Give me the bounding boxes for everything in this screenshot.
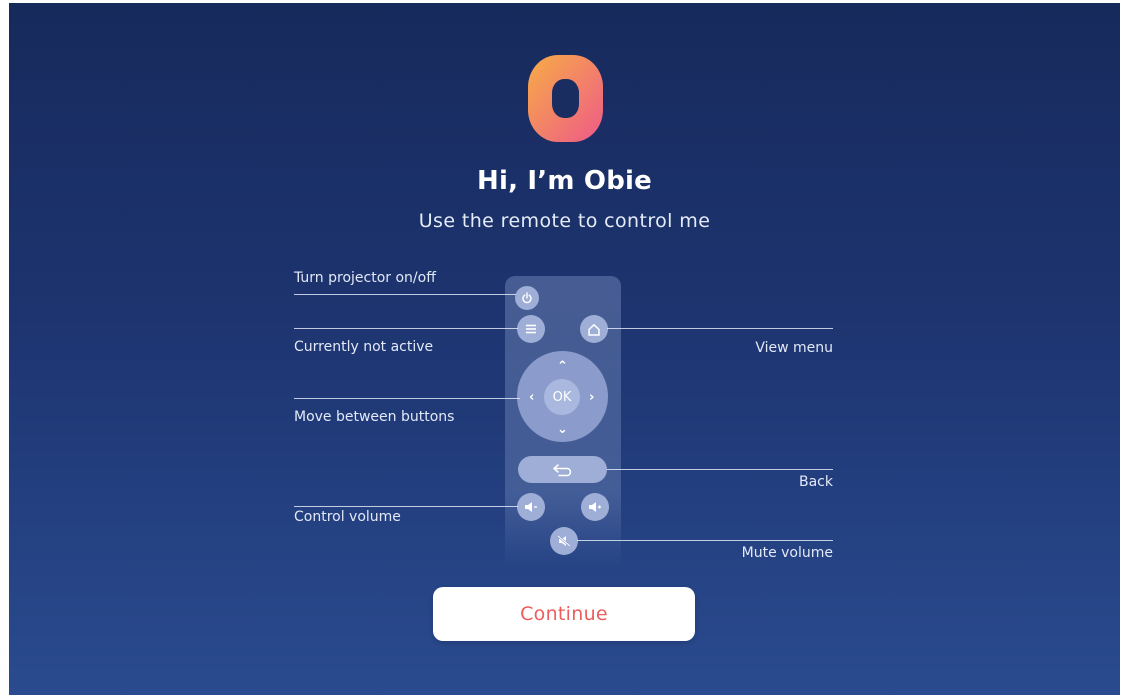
continue-button[interactable]: Continue <box>433 587 695 641</box>
menu-button <box>517 315 545 343</box>
navigate-label: Move between buttons <box>294 409 455 425</box>
chevron-left-icon: ‹ <box>529 390 535 405</box>
back-arrow-icon <box>552 463 571 476</box>
mute-label: Mute volume <box>741 545 833 561</box>
home-button <box>580 315 608 343</box>
chevron-up-icon: ⌃ <box>557 359 568 374</box>
navigate-callout-line <box>294 398 520 399</box>
home-label: View menu <box>755 340 833 356</box>
mute-icon <box>557 535 571 547</box>
volume-down-icon <box>525 502 537 512</box>
welcome-screen: Hi, I’m Obie Use the remote to control m… <box>9 3 1120 695</box>
volume-down-button <box>517 493 545 521</box>
dpad: ⌃ ⌄ ‹ › OK <box>517 351 608 442</box>
chevron-down-icon: ⌄ <box>557 422 568 437</box>
page-subtitle: Use the remote to control me <box>418 210 711 232</box>
obie-logo-icon <box>528 55 603 142</box>
volume-up-button <box>581 493 609 521</box>
power-button <box>515 286 539 310</box>
mute-button <box>550 527 578 555</box>
volume-label: Control volume <box>294 509 401 525</box>
page-title: Hi, I’m Obie <box>477 166 652 196</box>
back-button <box>518 456 607 483</box>
power-label: Turn projector on/off <box>294 270 436 286</box>
ok-button: OK <box>544 379 580 415</box>
power-icon <box>522 292 532 304</box>
volume-callout-line <box>294 506 518 507</box>
power-callout-line <box>294 294 516 295</box>
home-callout-line <box>607 328 833 329</box>
back-callout-line <box>607 469 833 470</box>
chevron-right-icon: › <box>589 390 595 405</box>
home-icon <box>588 323 600 336</box>
menu-label: Currently not active <box>294 339 434 355</box>
volume-up-icon <box>589 502 601 512</box>
menu-icon <box>526 324 536 334</box>
mute-callout-line <box>577 540 833 541</box>
menu-callout-line <box>294 328 518 329</box>
back-label: Back <box>799 474 833 490</box>
